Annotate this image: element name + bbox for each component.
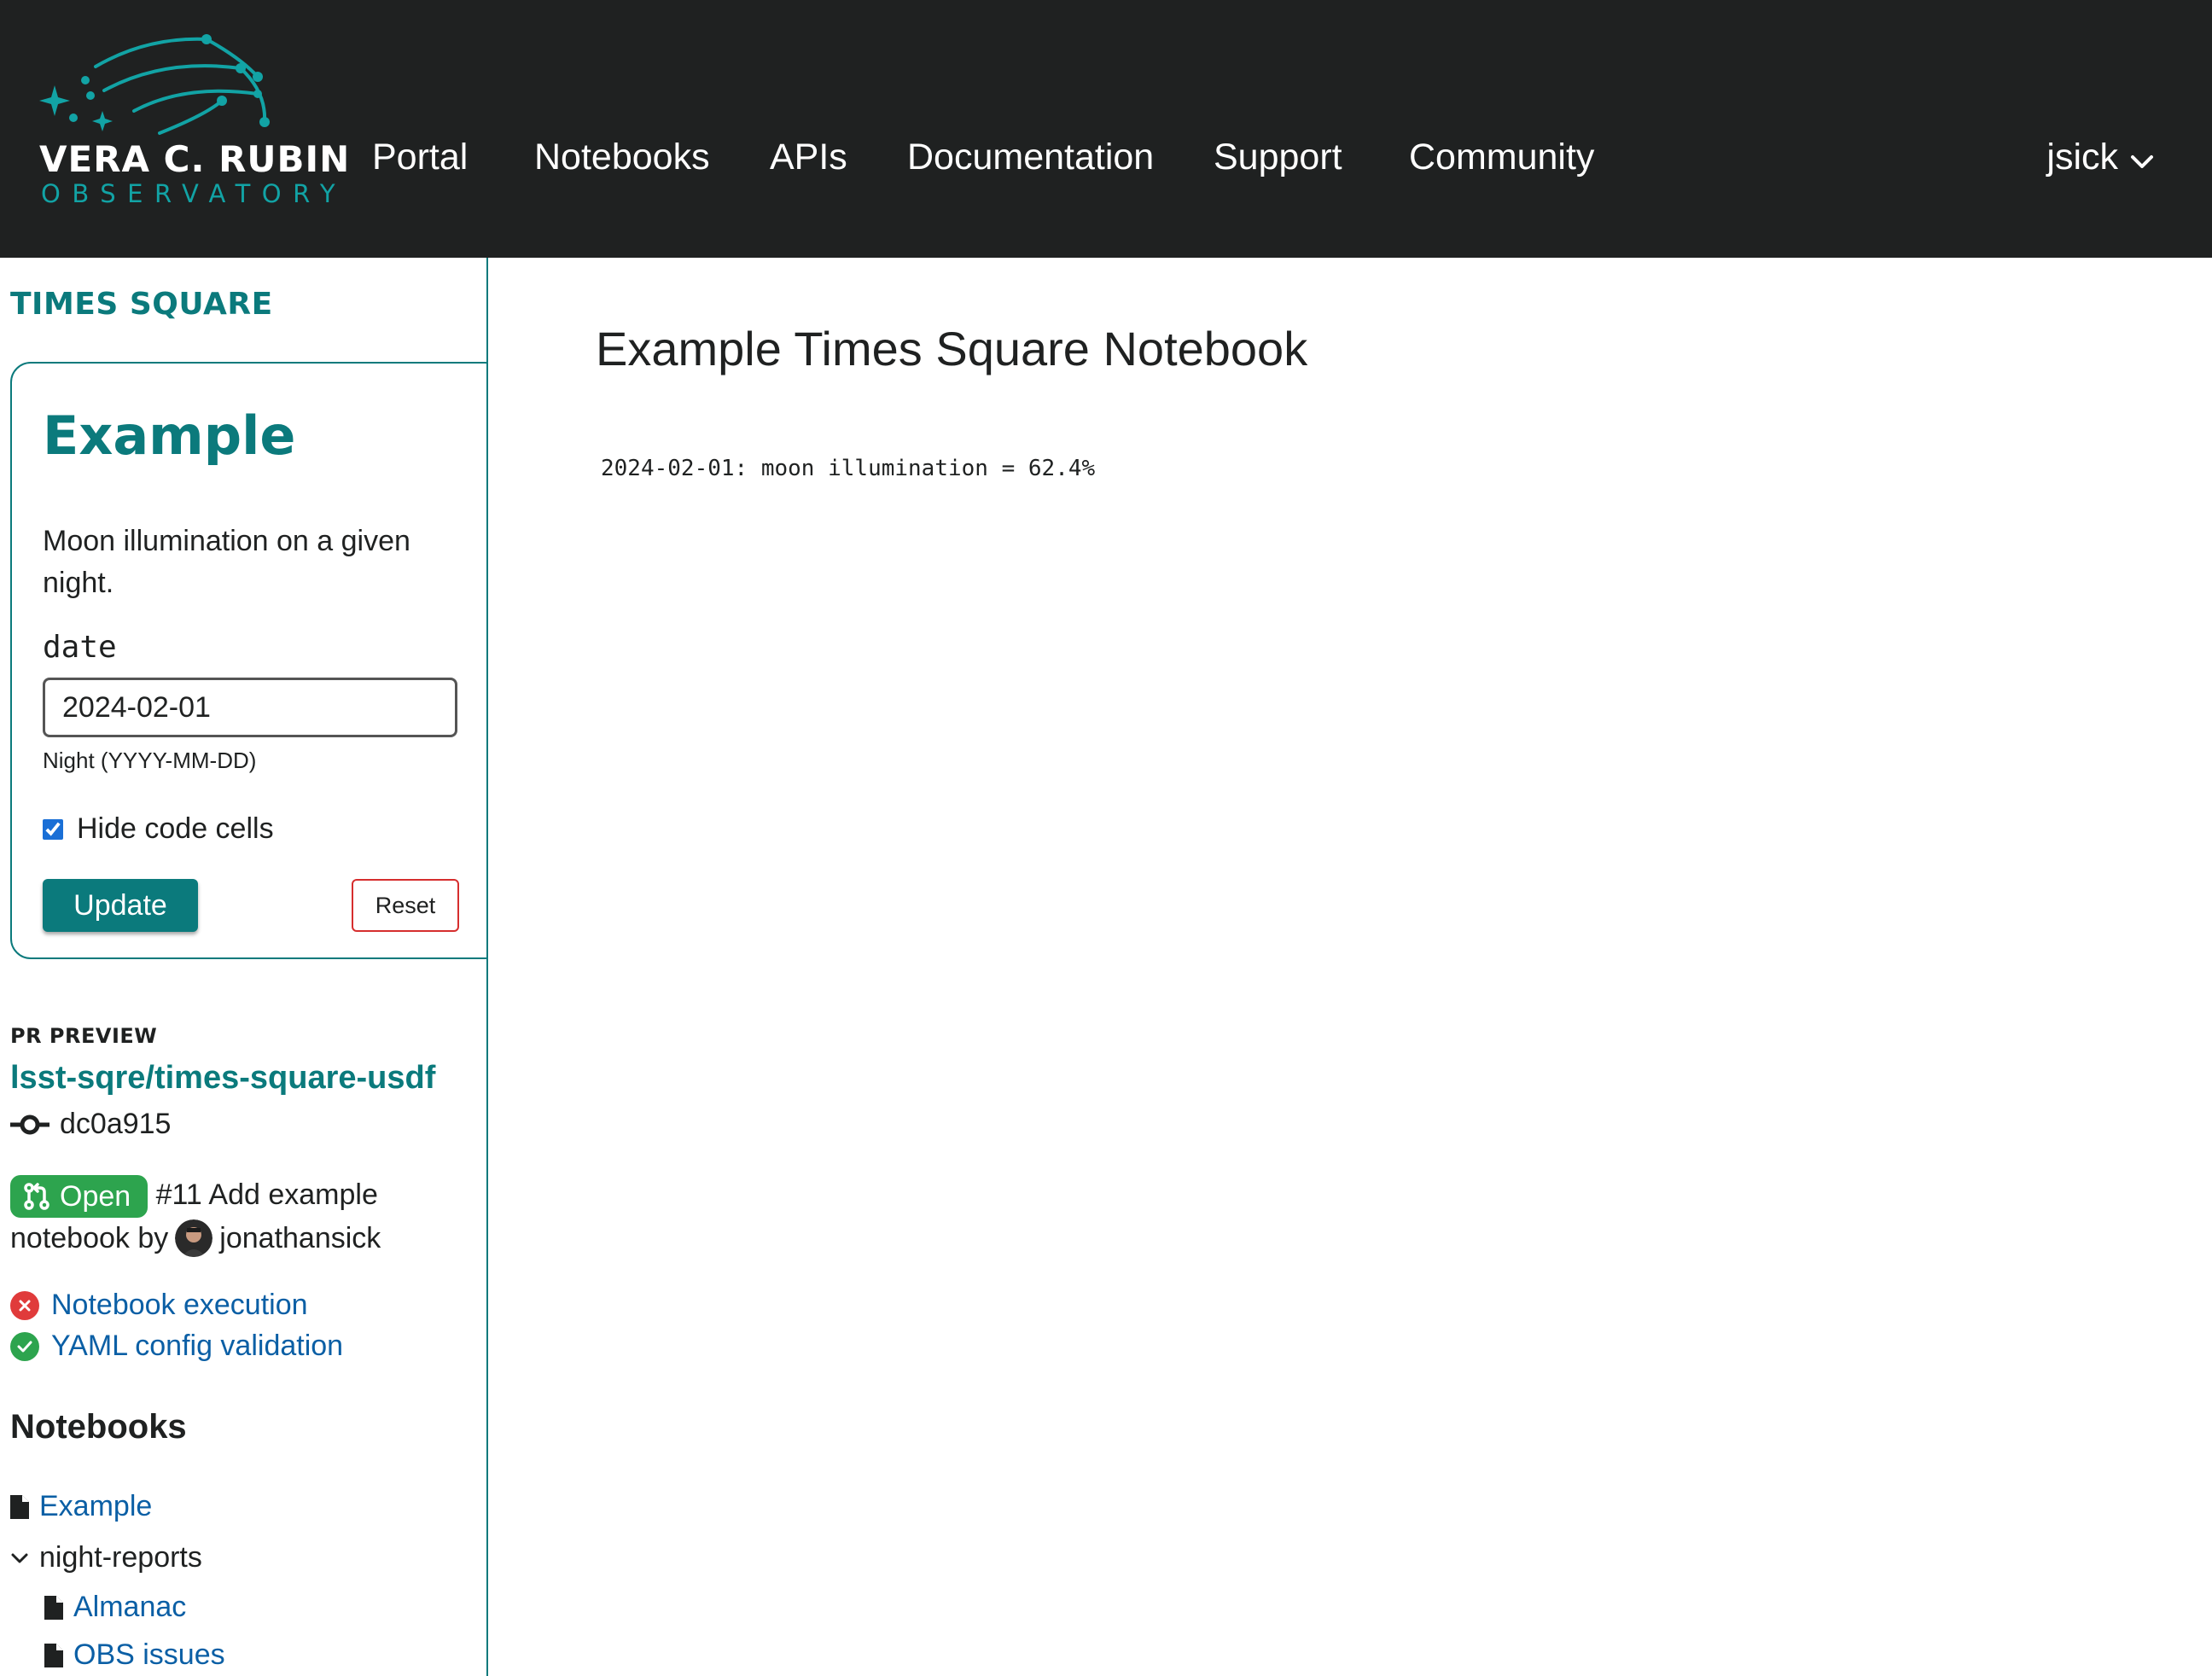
nav-support[interactable]: Support: [1214, 137, 1342, 178]
success-icon: [10, 1331, 39, 1361]
tree-item-obs-issues[interactable]: OBS issues: [44, 1638, 225, 1672]
git-commit-icon: [10, 1114, 49, 1134]
nav-portal[interactable]: Portal: [372, 137, 468, 178]
update-button[interactable]: Update: [43, 879, 198, 932]
author-avatar: [175, 1219, 213, 1258]
check-yaml-validation[interactable]: YAML config validation: [10, 1330, 343, 1363]
hide-code-toggle[interactable]: Hide code cells: [43, 812, 274, 846]
check-name: YAML config validation: [51, 1330, 344, 1362]
date-input[interactable]: [43, 678, 457, 737]
logo-arcs-icon: [39, 34, 270, 135]
rubin-logo[interactable]: VERA C. RUBIN OBSERVATORY: [36, 32, 349, 212]
notebook-title: Example: [43, 404, 296, 467]
pr-by: by: [137, 1222, 169, 1255]
check-name: Notebook execution: [51, 1289, 308, 1321]
pull-request-icon: [24, 1183, 49, 1210]
hide-code-label: Hide code cells: [77, 812, 274, 845]
chevron-down-icon: [2130, 138, 2154, 180]
pr-state: Open: [60, 1180, 131, 1213]
tree-folder-night-reports[interactable]: night-reports: [10, 1541, 202, 1574]
times-square-brand[interactable]: TIMES SQUARE: [10, 287, 273, 322]
sidebar: TIMES SQUARE Example Moon illumination o…: [0, 258, 488, 1676]
date-param-help: Night (YYYY-MM-DD): [43, 748, 257, 773]
nav-apis[interactable]: APIs: [770, 137, 847, 178]
failure-icon: [10, 1290, 39, 1320]
pr-author[interactable]: jonathansick: [219, 1222, 381, 1254]
tree-item-example[interactable]: Example: [10, 1490, 152, 1523]
reset-button[interactable]: Reset: [352, 879, 459, 932]
tree-label: Almanac: [73, 1591, 187, 1623]
date-param-label: date: [43, 630, 117, 665]
notebook-output: 2024-02-01: moon illumination = 62.4%: [601, 456, 1096, 481]
file-icon: [44, 1643, 63, 1667]
tree-label: night-reports: [39, 1541, 202, 1574]
user-name: jsick: [2046, 137, 2118, 177]
nav-community[interactable]: Community: [1409, 137, 1594, 178]
notebooks-heading: Notebooks: [10, 1408, 187, 1446]
tree-item-almanac[interactable]: Almanac: [44, 1591, 186, 1624]
site-header: VERA C. RUBIN OBSERVATORY Portal Noteboo…: [0, 0, 2212, 258]
pr-open-badge: Open: [10, 1175, 148, 1219]
pr-commit[interactable]: dc0a915: [10, 1108, 171, 1141]
chevron-down-icon: [10, 1549, 29, 1568]
parameters-card: Example Moon illumination on a given nig…: [10, 362, 486, 959]
pr-preview-heading: PR PREVIEW: [10, 1024, 158, 1048]
file-icon: [10, 1494, 29, 1519]
commit-sha: dc0a915: [60, 1108, 172, 1140]
logo-subtitle: OBSERVATORY: [41, 179, 347, 208]
pr-status: Open #11 Add example notebook by jonathan…: [10, 1174, 471, 1260]
user-menu[interactable]: jsick: [2046, 137, 2154, 180]
notebook-description: Moon illumination on a given night.: [43, 525, 410, 599]
nav-notebooks[interactable]: Notebooks: [534, 137, 710, 178]
check-notebook-execution[interactable]: Notebook execution: [10, 1289, 308, 1322]
nav-documentation[interactable]: Documentation: [907, 137, 1154, 178]
tree-label: Example: [39, 1490, 153, 1522]
hide-code-checkbox[interactable]: [43, 818, 63, 840]
pr-repo-link[interactable]: lsst-sqre/times-square-usdf: [10, 1060, 435, 1097]
file-icon: [44, 1595, 63, 1620]
tree-label: OBS issues: [73, 1638, 225, 1671]
logo-title: VERA C. RUBIN: [39, 138, 351, 180]
page-title: Example Times Square Notebook: [596, 322, 1308, 375]
